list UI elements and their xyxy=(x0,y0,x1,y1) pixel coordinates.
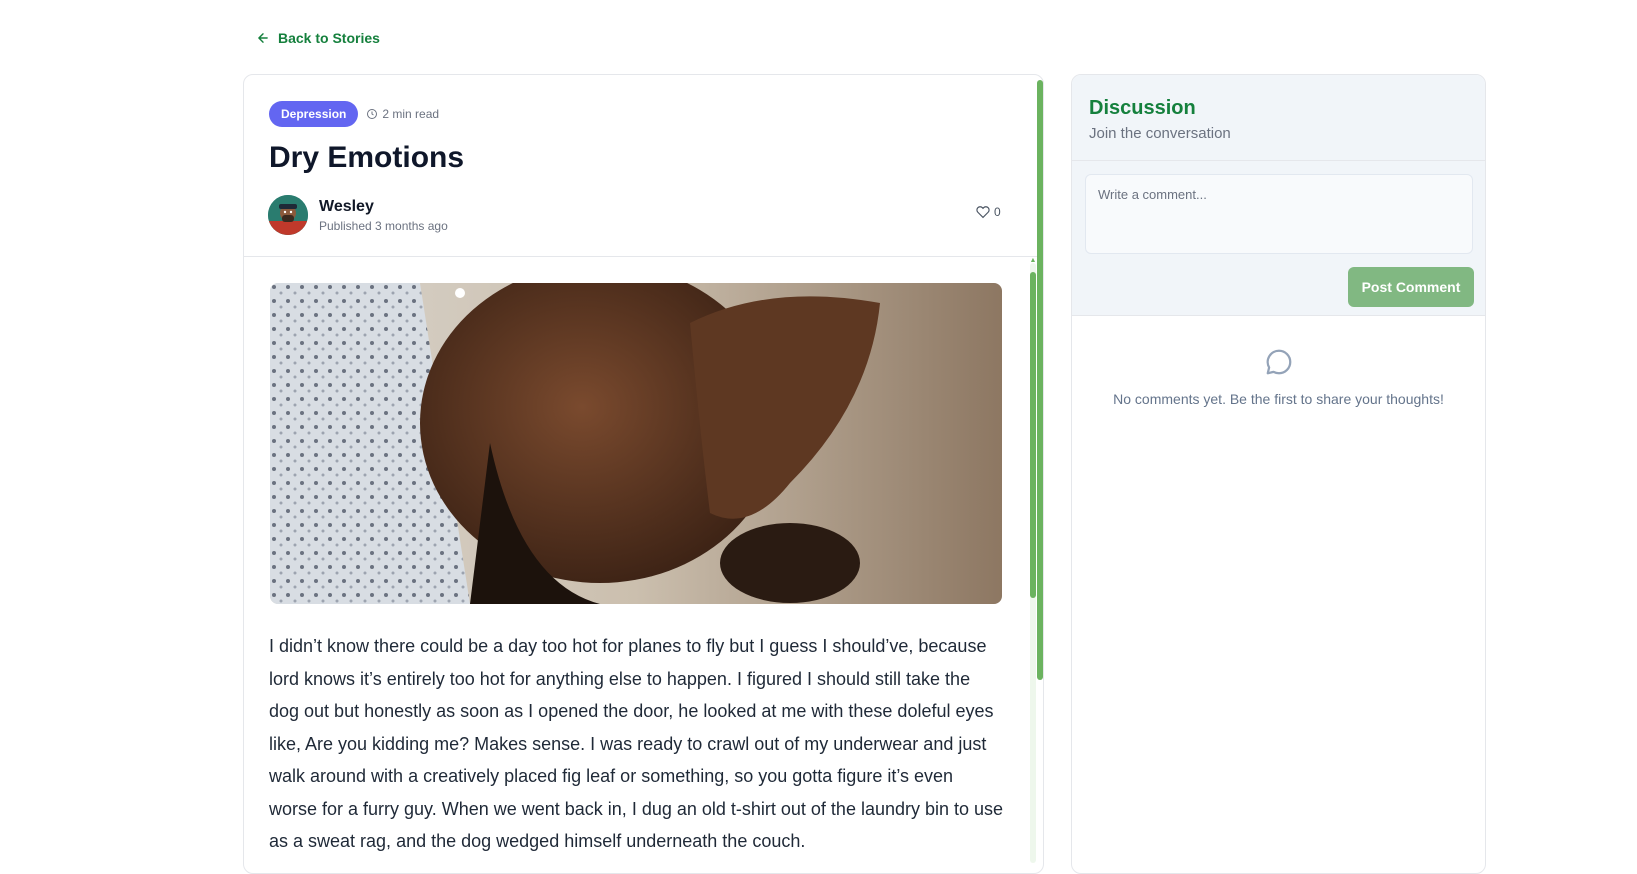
back-label: Back to Stories xyxy=(278,30,380,46)
published-date: Published 3 months ago xyxy=(319,218,448,233)
page-scrollbar[interactable] xyxy=(1037,80,1043,680)
story-title: Dry Emotions xyxy=(269,141,465,174)
discussion-subtitle: Join the conversation xyxy=(1089,125,1231,142)
story-image xyxy=(270,283,1002,604)
comment-form: Post Comment xyxy=(1072,161,1485,316)
discussion-header: Discussion Join the conversation xyxy=(1072,75,1485,161)
story-body: I didn’t know there could be a day too h… xyxy=(269,636,1004,851)
read-time: 2 min read xyxy=(366,107,439,121)
like-count: 0 xyxy=(994,205,1001,219)
chat-bubble-icon xyxy=(1266,349,1292,375)
back-to-stories-link[interactable]: Back to Stories xyxy=(256,30,380,46)
clock-icon xyxy=(367,109,378,119)
arrow-left-icon xyxy=(258,33,268,43)
heart-icon xyxy=(976,206,990,219)
author-info: Wesley Published 3 months ago xyxy=(319,198,448,233)
avatar[interactable] xyxy=(268,195,308,235)
author-row: Wesley Published 3 months ago xyxy=(268,195,448,235)
discussion-panel: Discussion Join the conversation Post Co… xyxy=(1071,74,1486,874)
post-comment-button[interactable]: Post Comment xyxy=(1348,267,1474,307)
comment-input[interactable] xyxy=(1085,174,1473,254)
discussion-title: Discussion xyxy=(1089,97,1196,119)
story-meta: Depression 2 min read xyxy=(269,101,439,127)
empty-comments-text: No comments yet. Be the first to share y… xyxy=(1113,391,1444,407)
content-scroll-thumb[interactable] xyxy=(1030,272,1036,598)
like-button[interactable]: 0 xyxy=(976,205,1001,219)
category-badge[interactable]: Depression xyxy=(269,101,359,127)
read-time-label: 2 min read xyxy=(382,107,440,121)
story-header: Depression 2 min read Dry Emotions Wesle… xyxy=(244,75,1043,257)
author-name[interactable]: Wesley xyxy=(319,198,448,216)
